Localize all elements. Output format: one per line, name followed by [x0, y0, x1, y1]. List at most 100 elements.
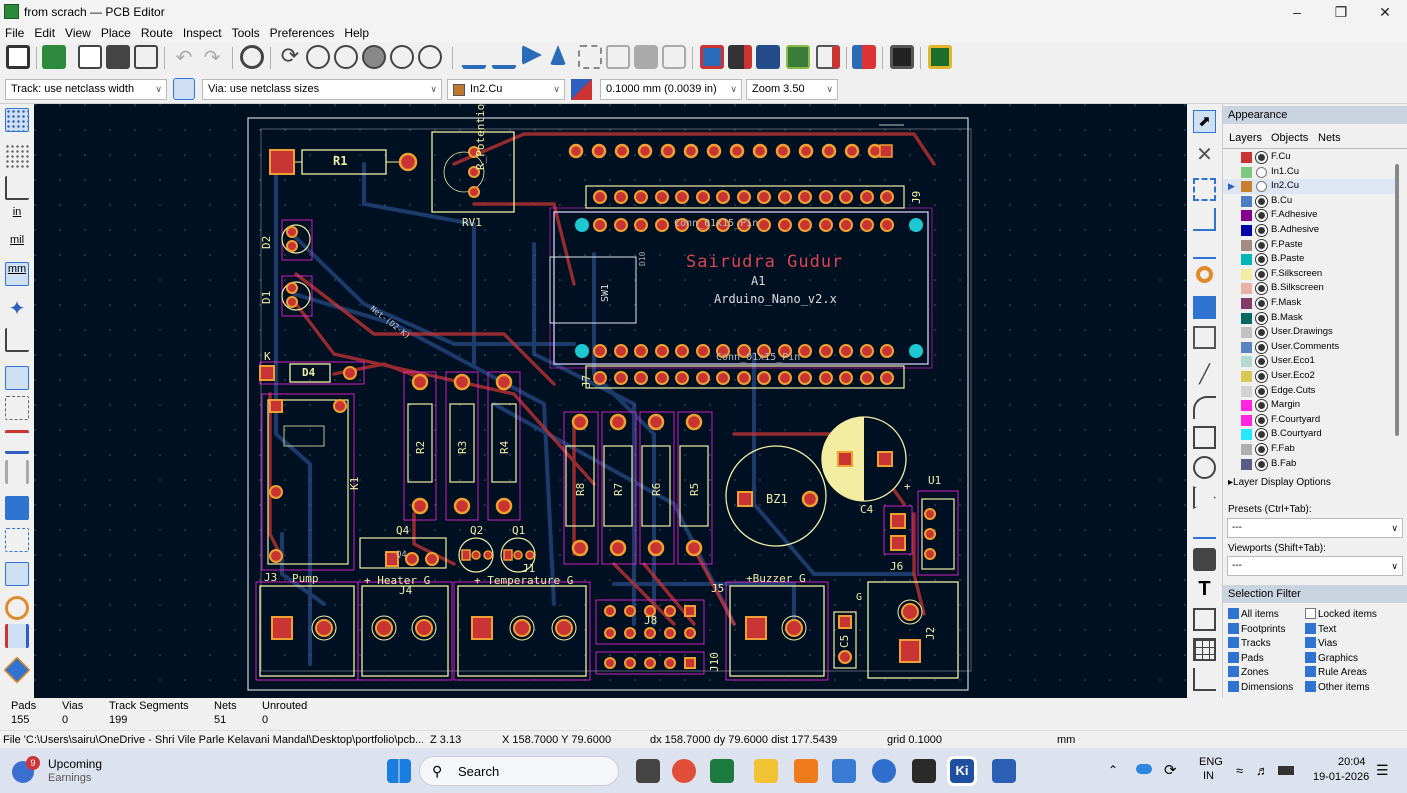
lock-icon[interactable] — [634, 45, 658, 69]
layer-row[interactable]: F.Fab — [1223, 442, 1395, 457]
layer-select[interactable]: In2.Cu ∨ — [447, 79, 565, 100]
zoom-out-icon[interactable] — [334, 45, 358, 69]
track-outline-icon[interactable] — [5, 460, 29, 484]
plugin-icon[interactable] — [928, 45, 952, 69]
pad-outline-icon[interactable] — [5, 562, 29, 586]
layer-display-options[interactable]: ▸Layer Display Options — [1228, 477, 1331, 488]
visibility-eye-icon[interactable] — [1256, 283, 1267, 295]
grid-overrides-icon[interactable] — [5, 144, 29, 168]
layer-row[interactable]: User.Comments — [1223, 340, 1395, 355]
layer-color-swatch[interactable] — [1241, 298, 1252, 309]
checkbox-checked-icon[interactable] — [1305, 680, 1316, 692]
draw-line-icon[interactable]: ╱ — [1193, 364, 1216, 387]
rotate-ccw-icon[interactable] — [462, 45, 486, 69]
visibility-eye-icon[interactable] — [1256, 312, 1267, 324]
visibility-eye-icon[interactable] — [1256, 400, 1267, 412]
visibility-eye-icon[interactable] — [1256, 195, 1267, 207]
taskbar-search[interactable]: ⚲ Search — [419, 756, 619, 786]
grid-select[interactable]: 0.1000 mm (0.0039 in) ∨ — [600, 79, 742, 100]
mirror-icon[interactable] — [550, 45, 566, 65]
checkbox-checked-icon[interactable] — [1228, 622, 1239, 634]
net-color-icon[interactable] — [5, 430, 29, 454]
layer-color-swatch[interactable] — [1241, 371, 1252, 382]
sync-icon[interactable]: ⟳ — [1164, 761, 1177, 779]
add-via-icon[interactable] — [1196, 266, 1213, 283]
layer-color-swatch[interactable] — [1241, 327, 1252, 339]
filter-checkbox[interactable]: Locked items — [1305, 608, 1377, 622]
zoom-fit-icon[interactable] — [362, 45, 386, 69]
layer-pair-icon[interactable] — [571, 79, 592, 100]
notification-center-icon[interactable]: ☰ — [1376, 762, 1389, 779]
visibility-eye-icon[interactable] — [1256, 356, 1267, 368]
local-ratsnest-icon[interactable]: ✕ — [1193, 142, 1216, 166]
draw-bezier-icon[interactable] — [1193, 516, 1216, 539]
group-icon[interactable] — [578, 45, 602, 69]
filter-checkbox[interactable]: Other items — [1305, 680, 1370, 695]
menu-help[interactable]: Help — [339, 24, 374, 40]
layer-color-swatch[interactable] — [1241, 283, 1252, 295]
menu-file[interactable]: File — [0, 24, 29, 40]
filter-checkbox[interactable]: Graphics — [1305, 651, 1358, 666]
tab-layers[interactable]: Layers — [1229, 132, 1262, 144]
layer-color-swatch[interactable] — [1241, 400, 1252, 412]
route-track-icon[interactable] — [1193, 208, 1216, 231]
visibility-eye-icon[interactable] — [1256, 327, 1267, 339]
chrome-icon[interactable] — [672, 759, 696, 783]
layer-color-swatch[interactable] — [1241, 429, 1252, 441]
plot-icon[interactable] — [134, 45, 158, 69]
checkbox-checked-icon[interactable] — [1228, 608, 1239, 619]
menu-place[interactable]: Place — [96, 24, 136, 40]
layer-color-swatch[interactable] — [1241, 195, 1252, 207]
filter-checkbox[interactable]: Rule Areas — [1305, 666, 1367, 680]
layer-color-swatch[interactable] — [1241, 268, 1252, 280]
visibility-eye-icon[interactable] — [1256, 298, 1267, 309]
layer-row[interactable]: Edge.Cuts — [1223, 384, 1395, 399]
track-width-select[interactable]: Track: use netclass width ∨ — [5, 79, 167, 100]
filter-checkbox[interactable]: Vias — [1305, 637, 1337, 651]
layers-scrollbar[interactable] — [1395, 164, 1399, 436]
checkbox-empty-icon[interactable] — [1305, 608, 1316, 619]
visibility-eye-icon[interactable] — [1256, 254, 1267, 266]
settings-app-icon[interactable] — [872, 759, 896, 783]
add-text-icon[interactable]: T — [1193, 578, 1216, 601]
wifi-icon[interactable]: ≈ — [1236, 763, 1243, 778]
battery-icon[interactable] — [1278, 766, 1294, 775]
menu-inspect[interactable]: Inspect — [178, 24, 227, 40]
draw-arc-icon[interactable] — [1193, 396, 1216, 419]
excel-icon[interactable] — [710, 759, 734, 783]
visibility-eye-icon[interactable] — [1256, 268, 1267, 280]
show-ratsnest-icon[interactable] — [5, 366, 29, 390]
kicad-icon[interactable]: Ki — [950, 759, 974, 783]
layer-row[interactable]: B.Fab — [1223, 457, 1395, 472]
onedrive-icon[interactable] — [1136, 764, 1152, 774]
layer-color-swatch[interactable] — [1241, 210, 1252, 222]
layer-color-swatch[interactable] — [1241, 225, 1252, 236]
flip-icon[interactable] — [522, 45, 542, 65]
ungroup-icon[interactable] — [606, 45, 630, 69]
checkbox-checked-icon[interactable] — [1305, 637, 1316, 648]
add-footprint-icon[interactable] — [1193, 178, 1216, 201]
visibility-eye-icon[interactable] — [1256, 444, 1267, 455]
volume-icon[interactable]: ♬ — [1256, 763, 1269, 778]
add-table-icon[interactable] — [1193, 638, 1216, 661]
layer-row[interactable]: F.Courtyard — [1223, 413, 1395, 428]
grid-toggle-icon[interactable] — [5, 108, 29, 132]
news-widget[interactable]: 9 Upcoming Earnings — [8, 755, 148, 787]
tab-nets[interactable]: Nets — [1318, 132, 1341, 144]
word-icon[interactable] — [992, 759, 1016, 783]
close-icon[interactable]: ✕ — [1363, 0, 1407, 24]
layer-color-swatch[interactable] — [1241, 444, 1252, 455]
clock-date[interactable]: 19-01-2026 — [1313, 771, 1369, 783]
visibility-eye-icon[interactable] — [1256, 429, 1267, 441]
filter-checkbox[interactable]: Footprints — [1228, 622, 1285, 637]
checkbox-checked-icon[interactable] — [1305, 666, 1316, 677]
visibility-eye-icon[interactable] — [1256, 458, 1267, 470]
add-textbox-icon[interactable] — [1193, 608, 1216, 631]
chevron-up-icon[interactable]: ⌃ — [1108, 763, 1118, 777]
select-icon[interactable]: ⬈ — [1193, 110, 1216, 133]
viewports-select[interactable]: --- ∨ — [1227, 556, 1403, 576]
layer-color-swatch[interactable] — [1241, 181, 1252, 193]
rule-area-icon[interactable] — [1193, 326, 1216, 349]
undo-icon[interactable]: ↶ — [172, 45, 196, 69]
windows-start-icon[interactable] — [387, 759, 411, 783]
